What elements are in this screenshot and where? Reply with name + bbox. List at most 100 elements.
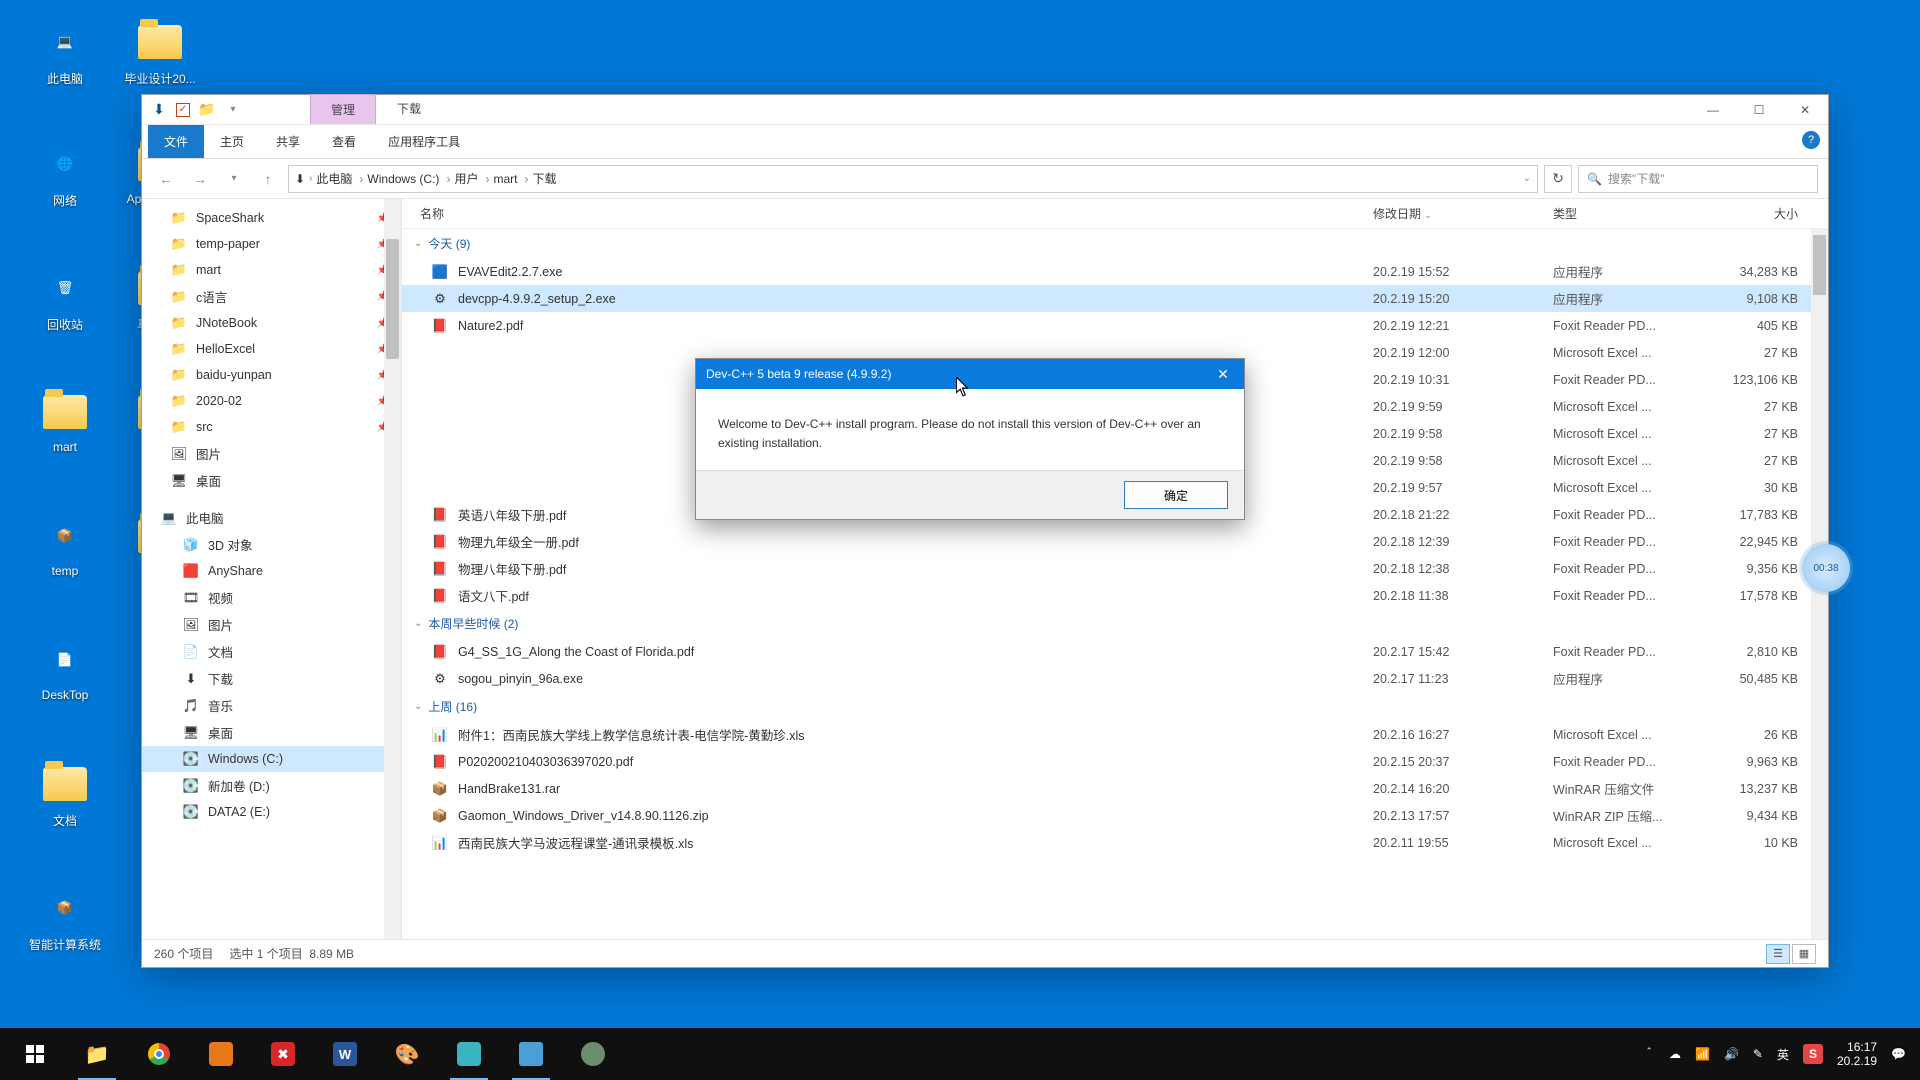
crumb-2[interactable]: 用户 (454, 170, 489, 187)
file-row[interactable]: 📊西南民族大学马波远程课堂-通讯录模板.xls20.2.11 19:55Micr… (402, 829, 1828, 856)
desktop-icon-desktop[interactable]: 📄DeskTop (20, 636, 110, 702)
file-list[interactable]: ⌄今天 (9)🟦EVAVEdit2.2.7.exe20.2.19 15:52应用… (402, 229, 1828, 939)
file-row[interactable]: 📕语文八下.pdf20.2.18 11:38Foxit Reader PD...… (402, 582, 1828, 609)
file-row[interactable]: 📕物理八年级下册.pdf20.2.18 12:38Foxit Reader PD… (402, 555, 1828, 582)
taskbar-app-red[interactable]: ✖ (252, 1028, 314, 1080)
nav-item[interactable]: ⬇下载 (142, 665, 401, 692)
nav-item[interactable]: 📁SpaceShark📌 (142, 205, 401, 231)
col-size[interactable]: 大小 (1708, 205, 1828, 222)
file-row[interactable]: 📕G4_SS_1G_Along the Coast of Florida.pdf… (402, 638, 1828, 665)
volume-icon[interactable]: 🔊 (1724, 1047, 1739, 1061)
taskbar-app-teal[interactable] (438, 1028, 500, 1080)
crumb-3[interactable]: mart (493, 172, 528, 186)
taskbar-explorer[interactable]: 📁 (66, 1028, 128, 1080)
nav-item[interactable]: 🖼图片 (142, 611, 401, 638)
nav-item[interactable]: 📁c语言📌 (142, 283, 401, 310)
dialog-titlebar[interactable]: Dev-C++ 5 beta 9 release (4.9.9.2) ✕ (696, 359, 1244, 389)
nav-item[interactable]: 🎞视频 (142, 584, 401, 611)
dialog-close-button[interactable]: ✕ (1202, 359, 1244, 389)
nav-item[interactable]: 📁mart📌 (142, 257, 401, 283)
col-name[interactable]: 名称 (420, 205, 1373, 222)
menu-apptools[interactable]: 应用程序工具 (372, 125, 476, 158)
taskbar-app-blue[interactable] (500, 1028, 562, 1080)
nav-item[interactable]: 🖼图片 (142, 440, 401, 467)
crumb-0[interactable]: 此电脑 (316, 170, 363, 187)
file-row[interactable]: 📦Gaomon_Windows_Driver_v14.8.90.1126.zip… (402, 802, 1828, 829)
maximize-button[interactable]: ☐ (1736, 95, 1782, 124)
forward-button[interactable]: → (186, 165, 214, 193)
history-dropdown[interactable]: ▾ (220, 165, 248, 193)
group-header[interactable]: ⌄本周早些时候 (2) (402, 609, 1828, 638)
file-row[interactable]: 📕物理九年级全一册.pdf20.2.18 12:39Foxit Reader P… (402, 528, 1828, 555)
overflow-icon[interactable]: ▾ (224, 101, 242, 119)
clock[interactable]: 16:1720.2.19 (1837, 1040, 1877, 1069)
taskbar-chrome[interactable] (128, 1028, 190, 1080)
group-header[interactable]: ⌄今天 (9) (402, 229, 1828, 258)
file-row[interactable]: 📕P020200210403036397020.pdf20.2.15 20:37… (402, 748, 1828, 775)
ok-button[interactable]: 确定 (1124, 481, 1228, 509)
tab-download[interactable]: 下载 (376, 93, 442, 124)
file-row[interactable]: 🟦EVAVEdit2.2.7.exe20.2.19 15:52应用程序34,28… (402, 258, 1828, 285)
desktop-icon-thispc[interactable]: 💻此电脑 (20, 18, 110, 87)
desktop-icon-mart[interactable]: mart (20, 388, 110, 454)
file-row[interactable]: ⚙sogou_pinyin_96a.exe20.2.17 11:23应用程序50… (402, 665, 1828, 692)
up-button[interactable]: ↑ (254, 165, 282, 193)
recording-badge[interactable]: 00:38 (1802, 544, 1850, 592)
ime-indicator[interactable]: 英 (1777, 1046, 1789, 1063)
desktop-icon-aisys[interactable]: 📦智能计算系统 (20, 884, 110, 953)
nav-item[interactable]: 🖥桌面 (142, 467, 401, 494)
back-button[interactable]: ← (152, 165, 180, 193)
tray-up-icon[interactable]: ＾ (1643, 1046, 1655, 1063)
menu-share[interactable]: 共享 (260, 125, 316, 158)
desktop-icon-recyclebin[interactable]: 🗑回收站 (20, 264, 110, 333)
menu-file[interactable]: 文件 (148, 125, 204, 158)
taskbar-word[interactable]: W (314, 1028, 376, 1080)
nav-item[interactable]: 📁temp-paper📌 (142, 231, 401, 257)
nav-item[interactable]: 🎵音乐 (142, 692, 401, 719)
file-row[interactable]: 📦HandBrake131.rar20.2.14 16:20WinRAR 压缩文… (402, 775, 1828, 802)
menu-home[interactable]: 主页 (204, 125, 260, 158)
col-type[interactable]: 类型 (1553, 205, 1708, 222)
col-date[interactable]: 修改日期 ⌄ (1373, 205, 1553, 222)
crumb-1[interactable]: Windows (C:) (367, 172, 450, 186)
file-row[interactable]: 📊附件1：西南民族大学线上教学信息统计表-电信学院-黄勤珍.xls20.2.16… (402, 721, 1828, 748)
nav-item[interactable]: 💽DATA2 (E:) (142, 799, 401, 825)
breadcrumb[interactable]: ⬇ › 此电脑 Windows (C:) 用户 mart 下载 ⌄ (288, 165, 1538, 193)
nav-item[interactable]: 📄文档 (142, 638, 401, 665)
wifi-icon[interactable]: 📶 (1695, 1047, 1710, 1061)
nav-item[interactable]: 📁src📌 (142, 414, 401, 440)
desktop-icon-docs[interactable]: 文档 (20, 760, 110, 829)
file-row[interactable]: 📕Nature2.pdf20.2.19 12:21Foxit Reader PD… (402, 312, 1828, 339)
titlebar[interactable]: ⬇ ✓ 📁 ▾ 管理 下载 — ☐ ✕ (142, 95, 1828, 125)
checkbox-icon[interactable]: ✓ (176, 103, 190, 117)
start-button[interactable] (4, 1028, 66, 1080)
menu-view[interactable]: 查看 (316, 125, 372, 158)
system-tray[interactable]: ＾ ☁ 📶 🔊 ✎ 英 S 16:1720.2.19 💬 (1643, 1040, 1916, 1069)
close-button[interactable]: ✕ (1782, 95, 1828, 124)
nav-item[interactable]: 💻此电脑 (142, 504, 401, 531)
column-headers[interactable]: 名称 修改日期 ⌄ 类型 大小 (402, 199, 1828, 229)
desktop-icon-temp[interactable]: 📦temp (20, 512, 110, 578)
tab-manage[interactable]: 管理 (310, 94, 376, 124)
nav-item[interactable]: 📁2020-02📌 (142, 388, 401, 414)
nav-item[interactable]: 💽新加卷 (D:) (142, 772, 401, 799)
group-header[interactable]: ⌄上周 (16) (402, 692, 1828, 721)
nav-item[interactable]: 🟥AnyShare (142, 558, 401, 584)
nav-item[interactable]: 💽Windows (C:) (142, 746, 401, 772)
nav-item[interactable]: 📁HelloExcel📌 (142, 336, 401, 362)
minimize-button[interactable]: — (1690, 95, 1736, 124)
nav-item[interactable]: 🖥桌面 (142, 719, 401, 746)
desktop-icon-thesis[interactable]: 毕业设计20... (115, 18, 205, 87)
nav-item[interactable]: 📁baidu-yunpan📌 (142, 362, 401, 388)
scrollbar-thumb[interactable] (386, 239, 399, 359)
refresh-button[interactable]: ↻ (1544, 165, 1572, 193)
navigation-pane[interactable]: 📁SpaceShark📌📁temp-paper📌📁mart📌📁c语言📌📁JNot… (142, 199, 402, 939)
taskbar-app-orange[interactable] (190, 1028, 252, 1080)
chevron-down-icon[interactable]: ⌄ (1523, 173, 1531, 184)
cloud-icon[interactable]: ☁ (1669, 1047, 1681, 1061)
help-icon[interactable]: ? (1802, 131, 1820, 149)
notifications-icon[interactable]: 💬 (1891, 1047, 1906, 1061)
details-view-button[interactable]: ☰ (1766, 944, 1790, 964)
search-input[interactable]: 🔍 搜索"下载" (1578, 165, 1818, 193)
desktop-icon-network[interactable]: 🌐网络 (20, 140, 110, 209)
